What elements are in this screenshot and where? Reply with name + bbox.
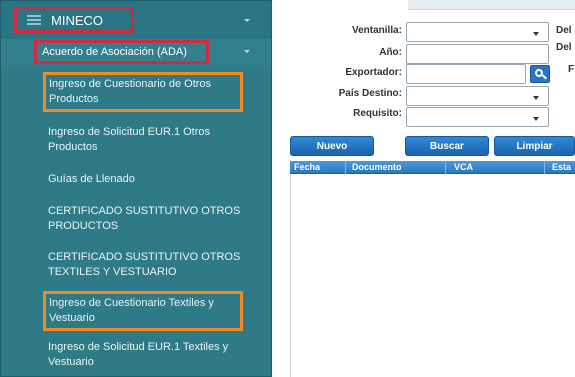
menu-item-cert-otros[interactable]: CERTIFICADO SUSTITUTIVO OTROS PRODUCTOS: [48, 204, 248, 234]
chevron-down-icon: [244, 19, 250, 22]
search-exportador-button[interactable]: [530, 65, 550, 83]
menu-item-cuestionario-otros[interactable]: Ingreso de Cuestionario de Otros Product…: [43, 72, 243, 112]
chevron-down-icon: [244, 50, 250, 53]
anio-label: Año:: [379, 47, 402, 58]
submenu-ada-label: Acuerdo de Asociación (ADA): [42, 46, 187, 58]
ventanilla-select[interactable]: [406, 22, 549, 42]
exportador-label: Exportador:: [345, 67, 402, 78]
dropdown-arrow-icon: [533, 96, 539, 100]
menu-item-guias[interactable]: Guías de Llenado: [48, 172, 248, 187]
results-grid-body: [290, 175, 575, 377]
column-header-estado[interactable]: Esta: [552, 162, 571, 172]
menu-item-label: Ingreso de Solicitud EUR.1 Textiles y Ve…: [48, 341, 229, 368]
pais-label: País Destino:: [338, 88, 402, 99]
column-header-vca[interactable]: VCA: [454, 162, 473, 172]
exportador-input[interactable]: [406, 64, 526, 84]
ventanilla-label: Ventanilla:: [351, 25, 402, 36]
menu-item-label: CERTIFICADO SUSTITUTIVO OTROS TEXTILES Y…: [48, 251, 241, 278]
anio-input[interactable]: [406, 44, 549, 64]
menu-item-label: Ingreso de Cuestionario Textiles y Vestu…: [49, 297, 214, 324]
menu-item-mineco-label: MINECO: [51, 12, 103, 28]
del-label: Del: [556, 42, 572, 53]
menu-list-icon: [27, 15, 41, 25]
limpiar-button[interactable]: Limpiar: [494, 136, 575, 156]
submenu-ada[interactable]: Acuerdo de Asociación (ADA): [34, 40, 209, 64]
requisito-label: Requisito:: [353, 108, 402, 119]
pais-select[interactable]: [406, 86, 549, 106]
requisito-select[interactable]: [406, 107, 549, 127]
column-header-documento[interactable]: Documento: [352, 162, 402, 172]
menu-item-label: Ingreso de Cuestionario de Otros Product…: [49, 78, 212, 105]
menu-item-label: Ingreso de Solicitud EUR.1 Otros Product…: [48, 126, 211, 153]
menu-item-mineco[interactable]: MINECO: [14, 7, 134, 33]
menu-item-cuestionario-textiles[interactable]: Ingreso de Cuestionario Textiles y Vestu…: [43, 291, 243, 331]
column-header-fecha[interactable]: Fecha: [294, 162, 320, 172]
dropdown-arrow-icon: [533, 117, 539, 121]
f-label: F: [568, 64, 575, 75]
dropdown-arrow-icon: [533, 32, 539, 36]
menu-item-label: CERTIFICADO SUSTITUTIVO OTROS PRODUCTOS: [48, 205, 241, 232]
nuevo-button[interactable]: Nuevo: [290, 136, 374, 156]
buscar-button[interactable]: Buscar: [405, 136, 489, 156]
menu-item-label: Guías de Llenado: [48, 173, 135, 185]
menu-item-eur1-otros[interactable]: Ingreso de Solicitud EUR.1 Otros Product…: [48, 125, 248, 155]
results-grid-header: Fecha Documento VCA Esta: [290, 161, 575, 174]
menu-item-eur1-textiles[interactable]: Ingreso de Solicitud EUR.1 Textiles y Ve…: [48, 340, 248, 370]
menu-item-cert-textiles[interactable]: CERTIFICADO SUSTITUTIVO OTROS TEXTILES Y…: [48, 250, 248, 280]
sidebar-menu: MINECO Acuerdo de Asociación (ADA) Ingre…: [0, 0, 272, 377]
del-label: Del: [556, 25, 572, 36]
header-strip: [408, 0, 575, 10]
